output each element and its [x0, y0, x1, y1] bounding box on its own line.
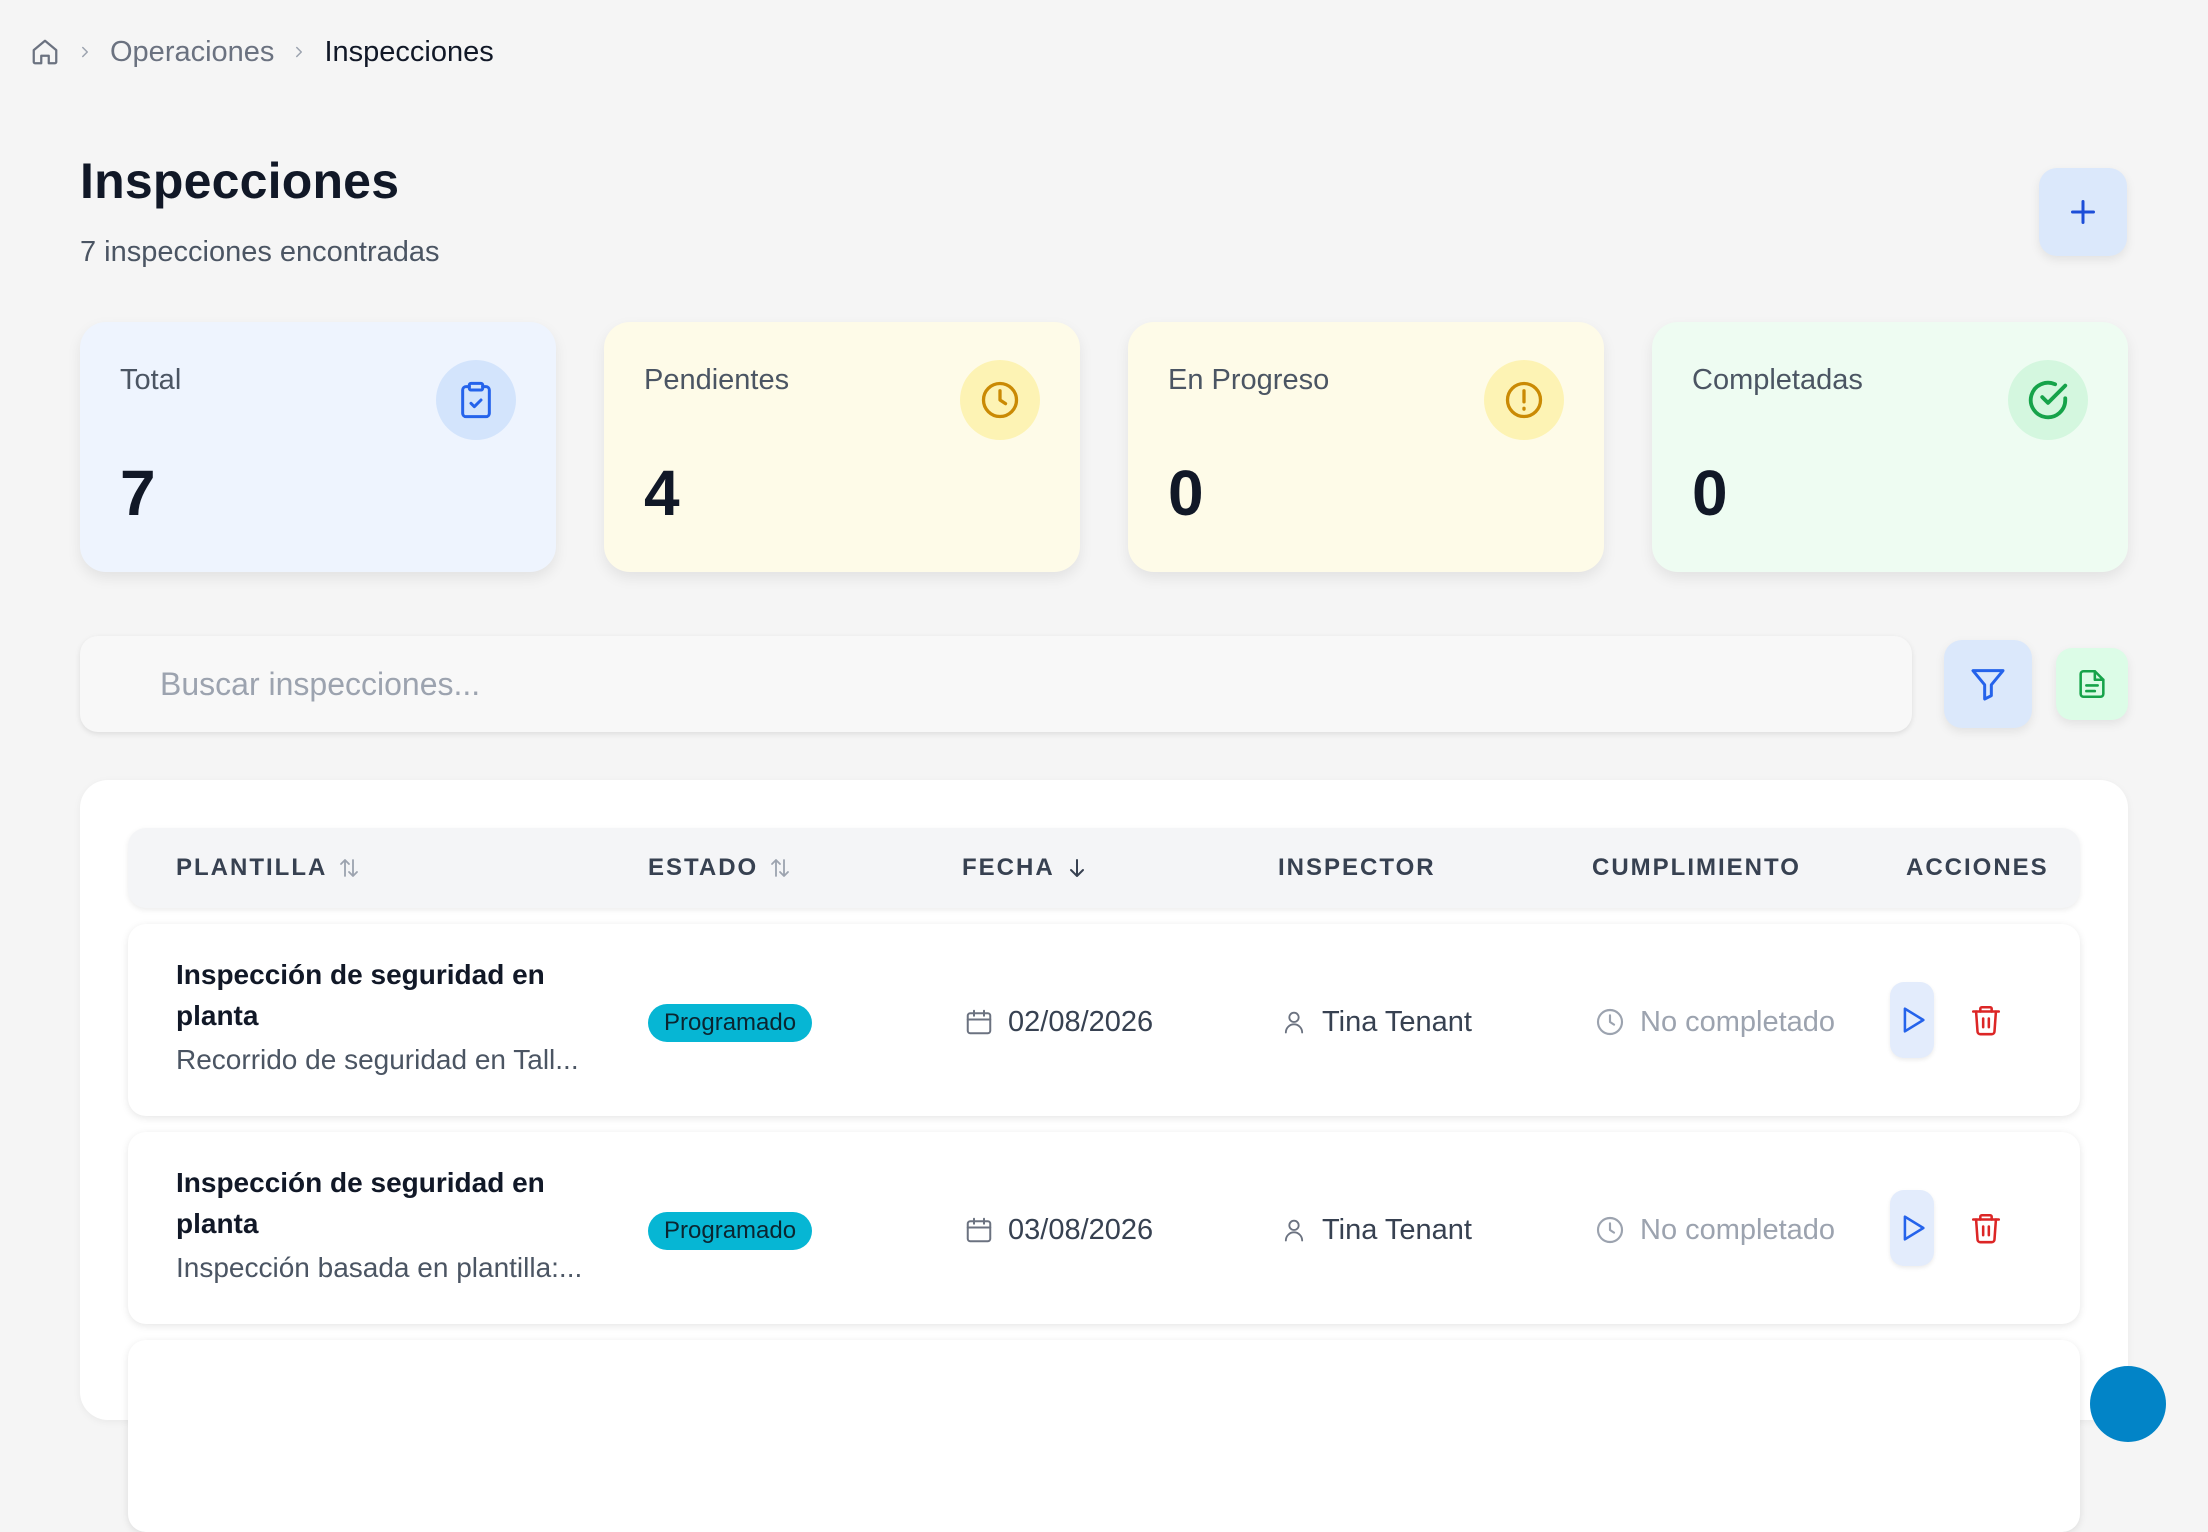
row-description: Recorrido de seguridad en Tall... [176, 1044, 579, 1075]
column-label: FECHA [962, 854, 1055, 881]
column-header-fecha[interactable]: FECHA [962, 828, 1089, 908]
stat-card-en-progreso: En Progreso 0 [1128, 322, 1604, 572]
column-header-plantilla[interactable]: PLANTILLA [176, 828, 361, 908]
calendar-icon [964, 1215, 994, 1245]
clock-icon [960, 360, 1040, 440]
check-circle-icon [2008, 360, 2088, 440]
column-header-inspector: INSPECTOR [1278, 828, 1436, 908]
play-icon [1895, 1211, 1929, 1245]
start-inspection-button[interactable] [1890, 1190, 1934, 1266]
floating-action-button[interactable] [2090, 1366, 2166, 1442]
chevron-right-icon [76, 43, 94, 61]
row-inspector: Tina Tenant [1280, 1210, 1472, 1250]
delete-button[interactable] [1966, 1208, 2006, 1248]
row-title: Inspección de seguridad en planta [176, 1167, 545, 1239]
status-badge: Programado [648, 1004, 813, 1042]
filter-button[interactable] [1944, 640, 2032, 728]
page-title: Inspecciones [80, 153, 400, 209]
clock-icon [1594, 1214, 1626, 1246]
breadcrumb: Operaciones Inspecciones [30, 30, 494, 74]
row-compliance: No completado [1594, 1210, 1835, 1250]
trash-icon [1969, 1003, 2003, 1037]
inspections-table: PLANTILLA ESTADO FECHA INSPECTOR CUMPLIM… [80, 780, 2128, 1532]
user-icon [1280, 1216, 1308, 1244]
chevron-right-icon [290, 43, 308, 61]
column-label: CUMPLIMIENTO [1592, 854, 1801, 881]
play-icon [1895, 1003, 1929, 1037]
home-icon[interactable] [30, 37, 60, 67]
row-compliance: No completado [1594, 1002, 1835, 1042]
start-inspection-button[interactable] [1890, 982, 1934, 1058]
user-icon [1280, 1008, 1308, 1036]
stat-value: 0 [1692, 457, 1728, 529]
stat-label: Completadas [1692, 364, 1863, 396]
sort-icon [768, 856, 792, 880]
breadcrumb-item-inspecciones: Inspecciones [324, 35, 494, 68]
date-text: 02/08/2026 [1008, 1005, 1154, 1038]
export-button[interactable] [2056, 648, 2128, 720]
calendar-icon [964, 1007, 994, 1037]
inspector-name: Tina Tenant [1322, 1005, 1472, 1038]
results-count: 7 inspecciones encontradas [80, 236, 440, 268]
add-inspection-button[interactable] [2039, 168, 2127, 256]
column-header-acciones: ACCIONES [1906, 828, 2049, 908]
stat-label: Total [120, 364, 182, 396]
date-text: 03/08/2026 [1008, 1213, 1154, 1246]
stat-label: Pendientes [644, 364, 790, 396]
column-label: PLANTILLA [176, 854, 328, 881]
delete-button[interactable] [1966, 1000, 2006, 1040]
table-row[interactable]: Inspección de seguridad en planta Recorr… [128, 924, 2080, 1116]
column-label: ACCIONES [1906, 854, 2049, 881]
file-text-icon [2075, 667, 2109, 701]
stat-card-pendientes: Pendientes 4 [604, 322, 1080, 572]
table-row[interactable] [128, 1340, 2080, 1532]
sort-icon [337, 856, 361, 880]
filter-icon [1968, 664, 2008, 704]
table-row[interactable]: Inspección de seguridad en planta Inspec… [128, 1132, 2080, 1324]
compliance-text: No completado [1640, 1213, 1836, 1246]
row-description: Inspección basada en plantilla:... [176, 1252, 583, 1283]
column-label: ESTADO [648, 854, 759, 881]
search-bar [80, 636, 1912, 732]
clock-icon [1594, 1006, 1626, 1038]
stat-value: 0 [1168, 457, 1204, 529]
row-title: Inspección de seguridad en planta [176, 959, 545, 1031]
trash-icon [1969, 1211, 2003, 1245]
stat-value: 7 [120, 457, 156, 529]
table-header: PLANTILLA ESTADO FECHA INSPECTOR CUMPLIM… [128, 828, 2080, 908]
plus-icon [2065, 194, 2101, 230]
status-badge: Programado [648, 1212, 813, 1250]
search-input[interactable] [80, 636, 1912, 732]
stat-card-completadas: Completadas 0 [1652, 322, 2128, 572]
arrow-down-icon [1065, 856, 1089, 880]
clipboard-check-icon [436, 360, 516, 440]
column-header-cumplimiento: CUMPLIMIENTO [1592, 828, 1801, 908]
column-label: INSPECTOR [1278, 854, 1436, 881]
stat-value: 4 [644, 457, 680, 529]
row-date: 03/08/2026 [964, 1210, 1153, 1250]
stat-card-total: Total 7 [80, 322, 556, 572]
stat-label: En Progreso [1168, 364, 1330, 396]
row-inspector: Tina Tenant [1280, 1002, 1472, 1042]
alert-circle-icon [1484, 360, 1564, 440]
breadcrumb-item-operaciones[interactable]: Operaciones [110, 36, 274, 69]
inspector-name: Tina Tenant [1322, 1213, 1472, 1246]
compliance-text: No completado [1640, 1005, 1836, 1038]
row-date: 02/08/2026 [964, 1002, 1153, 1042]
column-header-estado[interactable]: ESTADO [648, 828, 792, 908]
